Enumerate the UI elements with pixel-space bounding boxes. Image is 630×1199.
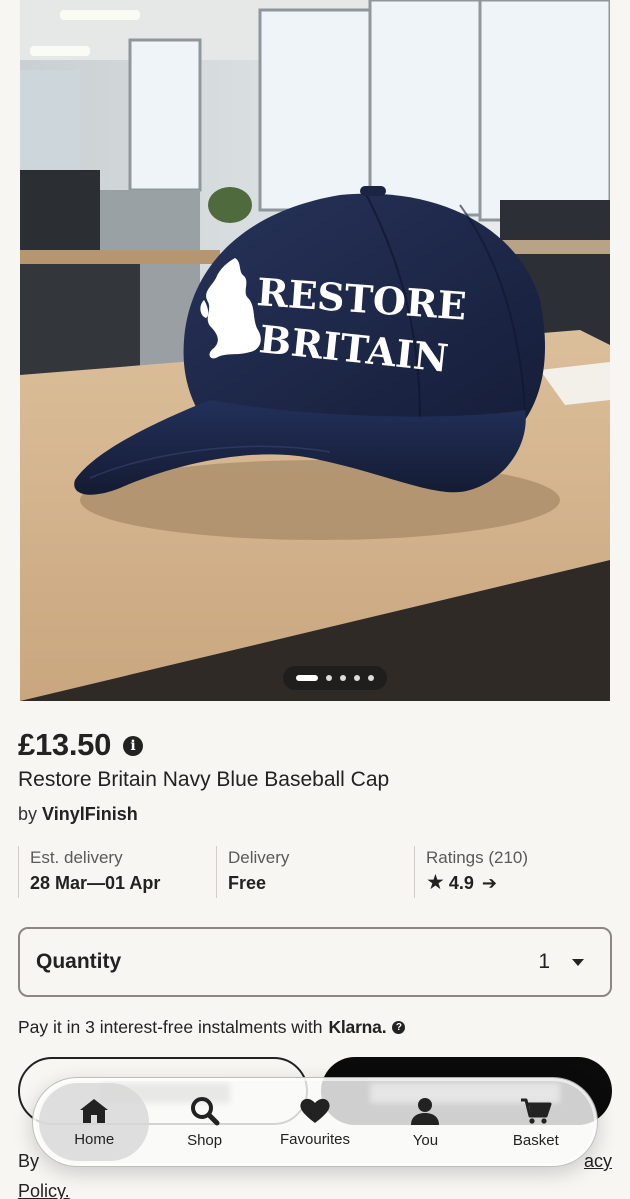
arrow-right-icon: ➔: [481, 873, 497, 893]
est-delivery-label: Est. delivery: [30, 848, 123, 867]
tab-shop[interactable]: Shop: [149, 1083, 259, 1161]
tab-home-label: Home: [74, 1130, 115, 1148]
cart-icon: [520, 1098, 552, 1124]
gallery-dot-4[interactable]: [354, 675, 360, 681]
klarna-text: Pay it in 3 interest-free instalments wi…: [18, 1017, 323, 1037]
est-delivery-stat: Est. delivery 28 Mar—01 Apr: [18, 846, 216, 898]
tab-basket[interactable]: Basket: [481, 1083, 591, 1161]
bottom-tab-bar: Home Shop Favourites You Basket: [32, 1077, 598, 1167]
product-title: Restore Britain Navy Blue Baseball Cap: [18, 768, 390, 791]
tab-basket-label: Basket: [512, 1131, 559, 1149]
quantity-value: 1: [538, 950, 550, 973]
tab-you[interactable]: You: [370, 1083, 480, 1161]
product-page: RESTORE BRITAIN £13.50 i Restore Britain…: [0, 0, 630, 1199]
gallery-dot-2[interactable]: [326, 675, 332, 681]
search-icon: [190, 1096, 220, 1125]
tab-favourites-label: Favourites: [280, 1130, 351, 1148]
gallery-dot-3[interactable]: [340, 675, 346, 681]
quantity-select[interactable]: Quantity 1: [18, 927, 612, 997]
quantity-label: Quantity: [36, 950, 122, 973]
delivery-label: Delivery: [228, 848, 290, 867]
seller-prefix: by: [18, 804, 38, 824]
product-price: £13.50: [18, 727, 112, 762]
gallery-dot-5[interactable]: [368, 675, 374, 681]
chevron-down-icon: [572, 958, 584, 966]
privacy-policy-link[interactable]: Policy.: [18, 1181, 70, 1199]
ratings-value: 4.9: [448, 873, 474, 893]
star-icon: ★: [426, 871, 445, 894]
price-row: £13.50 i: [18, 727, 144, 763]
footer-text-start: By: [18, 1151, 40, 1171]
person-icon: [411, 1097, 440, 1125]
klarna-logo: Klarna.: [328, 1017, 387, 1037]
tab-favourites[interactable]: Favourites: [260, 1083, 370, 1161]
ratings-link[interactable]: ★ 4.9 ➔: [426, 871, 612, 894]
delivery-stat: Delivery Free: [216, 846, 414, 898]
ratings-label: Ratings (210): [426, 848, 529, 867]
home-icon: [80, 1098, 109, 1123]
delivery-value: Free: [228, 873, 267, 893]
product-photo: RESTORE BRITAIN: [20, 0, 610, 701]
gallery-pagination[interactable]: [283, 666, 387, 690]
tab-home[interactable]: Home: [39, 1083, 150, 1161]
help-icon[interactable]: ?: [392, 1021, 406, 1034]
privacy-link-end[interactable]: acy: [584, 1146, 612, 1176]
seller-line: by VinylFinish: [18, 804, 138, 825]
tab-shop-label: Shop: [187, 1131, 223, 1149]
tab-you-label: You: [412, 1131, 439, 1149]
info-icon[interactable]: i: [123, 736, 144, 756]
seller-link[interactable]: VinylFinish: [42, 804, 138, 824]
gallery-dot-1[interactable]: [296, 675, 318, 681]
product-stats: Est. delivery 28 Mar—01 Apr Delivery Fre…: [18, 846, 612, 898]
est-delivery-value: 28 Mar—01 Apr: [30, 873, 161, 893]
heart-icon: [300, 1098, 330, 1123]
klarna-info: Pay it in 3 interest-free instalments wi…: [18, 1017, 406, 1038]
product-image-gallery[interactable]: RESTORE BRITAIN: [20, 0, 610, 701]
ratings-stat[interactable]: Ratings (210) ★ 4.9 ➔: [414, 846, 612, 898]
